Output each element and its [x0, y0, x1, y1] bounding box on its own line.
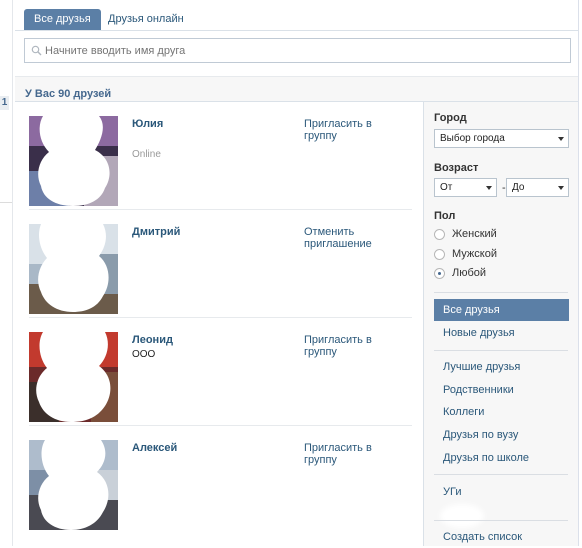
nav-relatives[interactable]: Родственники [434, 379, 569, 401]
avatar[interactable] [29, 440, 118, 530]
friends-count-bar: У Вас 90 друзей [15, 76, 578, 102]
friend-row: Юлия Online Пригласить в группу [29, 102, 412, 210]
friend-name[interactable]: Дмитрий [132, 226, 180, 238]
friends-tabs: Все друзья Друзья онлайн [15, 0, 578, 31]
city-select-value: Выбор города [440, 133, 505, 144]
gender-label: Пол [434, 210, 456, 222]
redacted-spot [444, 508, 480, 524]
invite-to-group-link[interactable]: Пригласить в группу [304, 334, 404, 358]
search-icon [31, 45, 42, 56]
nav-all-friends[interactable]: Все друзья [434, 299, 569, 321]
friend-search-box[interactable] [24, 38, 571, 63]
avatar[interactable] [29, 224, 118, 314]
age-to-select[interactable]: До [506, 178, 569, 197]
invite-to-group-link[interactable]: Пригласить в группу [304, 118, 404, 142]
filter-divider [434, 474, 568, 475]
friend-name[interactable]: Леонид [132, 334, 173, 346]
friend-row: Алексей Пригласить в группу [29, 426, 412, 534]
filter-divider [434, 520, 568, 521]
nav-school-friends[interactable]: Друзья по школе [434, 447, 569, 469]
age-from-select[interactable]: От [434, 178, 497, 197]
left-page-marker: 1 [0, 96, 9, 110]
friends-count: У Вас 90 друзей [25, 88, 112, 100]
filter-divider [434, 350, 568, 351]
nav-best-friends[interactable]: Лучшие друзья [434, 356, 569, 378]
left-divider [0, 202, 12, 203]
radio-icon [434, 229, 445, 240]
radio-icon [434, 249, 445, 260]
avatar[interactable] [29, 332, 118, 422]
nav-university-friends[interactable]: Друзья по вузу [434, 424, 569, 446]
nav-custom-list[interactable]: УГи [434, 481, 569, 503]
filter-divider [434, 292, 568, 293]
chevron-down-icon [558, 137, 564, 141]
age-label: Возраст [434, 162, 479, 174]
gender-option-label: Любой [452, 267, 487, 279]
chevron-down-icon [558, 186, 564, 190]
friends-page: Все друзья Друзья онлайн У Вас 90 друзей… [15, 0, 579, 546]
friend-row: Дмитрий Отменить приглашение [29, 210, 412, 318]
nav-new-friends[interactable]: Новые друзья [434, 322, 569, 344]
friend-row: Леонид ООО Пригласить в группу [29, 318, 412, 426]
friend-subtitle: ООО [132, 349, 156, 360]
gender-option-label: Женский [452, 228, 497, 240]
age-to-value: До [512, 182, 525, 193]
friend-name[interactable]: Юлия [132, 118, 163, 130]
left-sidebar-strip: 1 [0, 0, 13, 546]
city-label: Город [434, 112, 467, 124]
friend-name[interactable]: Алексей [132, 442, 177, 454]
chevron-down-icon [486, 186, 492, 190]
radio-selected-icon [434, 268, 445, 279]
tab-friends-online[interactable]: Друзья онлайн [98, 9, 194, 30]
search-input[interactable] [45, 41, 545, 60]
cancel-invitation-link[interactable]: Отменить приглашение [304, 226, 404, 250]
nav-colleagues[interactable]: Коллеги [434, 401, 569, 423]
city-select[interactable]: Выбор города [434, 129, 569, 148]
avatar[interactable] [29, 116, 118, 206]
friend-online-status: Online [132, 149, 161, 160]
filter-sidebar: Город Выбор города Возраст От - До Пол Ж… [423, 102, 578, 546]
create-list-link[interactable]: Создать список [434, 526, 569, 548]
age-from-value: От [440, 182, 453, 193]
tab-all-friends[interactable]: Все друзья [24, 9, 101, 30]
friends-list: Юлия Online Пригласить в группу Дмитрий … [15, 102, 423, 546]
gender-option-label: Мужской [452, 248, 497, 260]
invite-to-group-link[interactable]: Пригласить в группу [304, 442, 404, 466]
